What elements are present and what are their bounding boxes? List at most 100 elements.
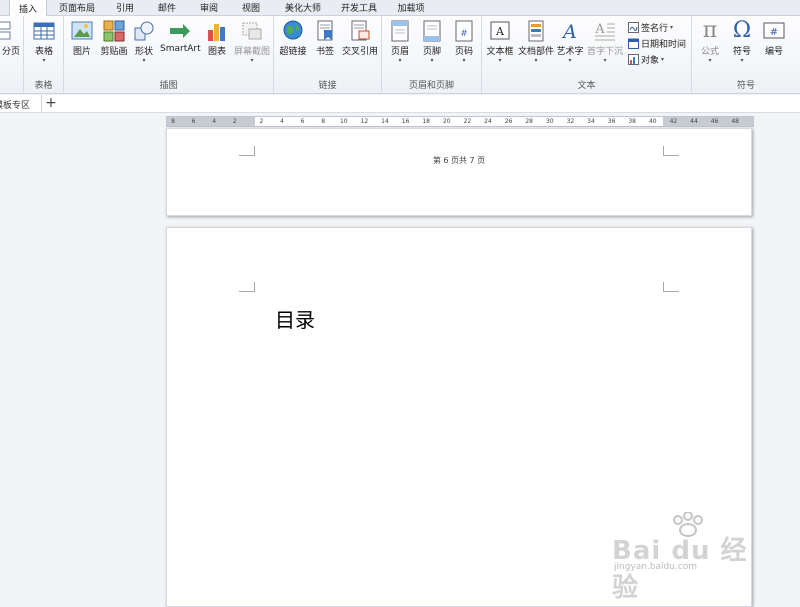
ruler-number: 2: [259, 118, 264, 125]
footer-button[interactable]: 页脚 ▾: [418, 20, 446, 65]
tab-page-layout[interactable]: 页面布局: [51, 0, 103, 15]
footer-label: 页脚: [422, 47, 441, 57]
symbol-button[interactable]: Ω 符号 ▾: [728, 20, 756, 65]
equation-label: 公式: [700, 47, 719, 57]
tab-addins[interactable]: 加载项: [389, 0, 433, 15]
shapes-button[interactable]: 形状 ▾: [131, 20, 157, 65]
omega-icon: Ω: [732, 18, 752, 43]
tab-insert[interactable]: 插入: [9, 0, 47, 16]
tab-mailings[interactable]: 邮件: [147, 0, 187, 15]
pi-icon: π: [702, 18, 718, 43]
dropdown-arrow-icon: ▾: [498, 57, 502, 64]
dropdown-arrow-icon: ▾: [568, 57, 572, 64]
tab-review[interactable]: 审阅: [189, 0, 229, 15]
object-icon: [628, 53, 639, 65]
object-button[interactable]: 对象 ▾: [628, 52, 664, 66]
clipart-button[interactable]: 剪贴画: [99, 20, 129, 57]
toc-heading[interactable]: 目录: [275, 304, 315, 333]
ruler-number: 42: [669, 118, 678, 125]
ruler-margin-left: [167, 117, 255, 126]
quick-parts-button[interactable]: 文档部件 ▾: [518, 20, 554, 65]
ruler-number: 2: [232, 118, 237, 125]
smartart-icon: [170, 24, 190, 38]
date-time-button[interactable]: 日期和时间: [628, 36, 686, 50]
page-break-button[interactable]: 分页: [0, 20, 22, 57]
table-button[interactable]: 表格 ▾: [31, 20, 57, 65]
tab-view[interactable]: 视图: [231, 0, 271, 15]
screenshot-button[interactable]: 屏幕截图 ▾: [232, 20, 272, 65]
ruler-number: 22: [463, 118, 472, 125]
symbol-label: 符号: [732, 47, 751, 57]
picture-label: 图片: [72, 47, 91, 57]
page-number-label: 页码: [454, 47, 473, 57]
svg-text:A: A: [561, 21, 577, 42]
wordart-label: 艺术字: [556, 47, 584, 57]
ruler-number: 30: [545, 118, 554, 125]
equation-button[interactable]: π 公式 ▾: [696, 20, 724, 65]
baidu-watermark: Bai du 经验 jingyan.baidu.com: [612, 512, 762, 603]
ruler-number: 36: [607, 118, 616, 125]
page-6[interactable]: 第 6 页共 7 页: [166, 128, 752, 216]
numbering-button[interactable]: # 编号: [760, 20, 788, 57]
chart-button[interactable]: 图表: [204, 20, 230, 57]
tab-beautify[interactable]: 美化大师: [277, 0, 329, 15]
textbox-button[interactable]: A 文本框 ▾: [484, 20, 516, 65]
group-pages-partial: 分页: [0, 16, 24, 94]
group-symbols: π 公式 ▾ Ω 符号 ▾ # 编号 符号: [692, 16, 800, 94]
dropdown-arrow-icon: ▾: [661, 55, 665, 63]
hyperlink-button[interactable]: 超链接: [278, 20, 308, 57]
cross-reference-icon: [351, 20, 370, 41]
tab-template-zone[interactable]: 模板专区: [0, 95, 42, 113]
dropdown-arrow-icon: ▾: [670, 23, 674, 31]
group-label-table: 表格: [34, 81, 53, 91]
svg-text:#: #: [460, 29, 468, 39]
picture-button[interactable]: 图片: [69, 20, 95, 57]
cross-reference-label: 交叉引用: [341, 47, 378, 57]
tab-developer[interactable]: 开发工具: [333, 0, 385, 15]
header-label: 页眉: [390, 47, 409, 57]
ruler-number: 28: [525, 118, 534, 125]
numbering-label: 编号: [764, 47, 783, 57]
header-button[interactable]: 页眉 ▾: [386, 20, 414, 65]
ruler-number: 34: [587, 118, 595, 125]
footer-icon: [423, 20, 441, 42]
tab-references[interactable]: 引用: [105, 0, 145, 15]
ruler-number: 26: [504, 118, 513, 125]
calendar-icon: [628, 38, 639, 49]
ruler-number: 8: [321, 118, 326, 125]
watermark-url: jingyan.baidu.com: [614, 562, 698, 572]
tab-template-zone-label: 模板专区: [0, 101, 31, 111]
page-footer-text: 第 6 页共 7 页: [432, 156, 486, 165]
cross-reference-button[interactable]: 交叉引用: [340, 20, 380, 57]
wordart-icon: A: [561, 21, 577, 42]
textbox-label: 文本框: [486, 47, 514, 57]
ruler-number: 4: [280, 118, 284, 125]
group-label-links: 链接: [318, 81, 337, 91]
wordart-button[interactable]: A 艺术字 ▾: [556, 20, 584, 65]
page-number-icon: #: [455, 20, 473, 42]
drop-cap-label: 首字下沉: [586, 47, 623, 57]
group-label-symbols: 符号: [736, 81, 755, 91]
hyperlink-label: 超链接: [279, 47, 307, 57]
signature-line-button[interactable]: 签名行 ▾: [628, 20, 673, 34]
menu-tab-bar: 插入 页面布局 引用 邮件 审阅 视图 美化大师 开发工具 加载项: [0, 0, 800, 16]
dropdown-arrow-icon: ▾: [603, 57, 607, 64]
smartart-button[interactable]: SmartArt: [160, 20, 201, 54]
shapes-label: 形状: [134, 47, 153, 57]
dropdown-arrow-icon: ▾: [398, 57, 402, 64]
date-time-label: 日期和时间: [641, 39, 687, 50]
table-icon: [33, 22, 55, 40]
quick-parts-icon: [528, 20, 544, 42]
ruler-number: 24: [484, 118, 492, 125]
dropdown-arrow-icon: ▾: [534, 57, 538, 64]
clipart-label: 剪贴画: [100, 47, 128, 57]
dropdown-arrow-icon: ▾: [462, 57, 466, 64]
ruler-number: 6: [191, 118, 196, 125]
horizontal-ruler[interactable]: 8 6 4 2 2 4 6 8 10 12 14 16 18 20 22 24 26 28 30 32 34 36 38 40…: [166, 116, 754, 127]
add-tab-button[interactable]: +: [44, 95, 58, 113]
page-number-button[interactable]: # 页码 ▾: [450, 20, 478, 65]
drop-cap-button[interactable]: A 首字下沉 ▾: [586, 20, 624, 65]
bookmark-button[interactable]: 书签: [312, 20, 338, 57]
group-label-illustration: 插图: [159, 81, 178, 91]
ruler-number: 14: [381, 118, 389, 125]
